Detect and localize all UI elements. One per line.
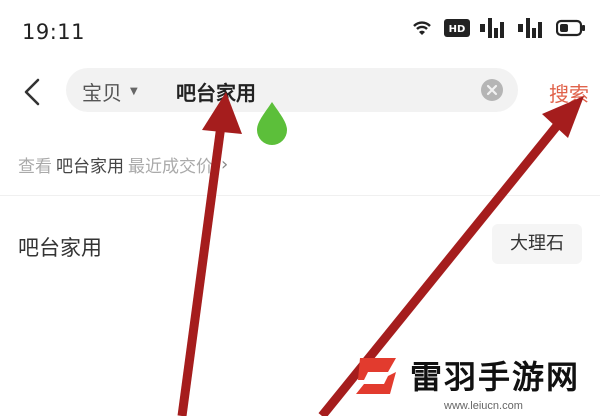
recent-price-link[interactable]: 查看 吧台家用 最近成交价 › (18, 152, 228, 177)
brand-logo-icon (356, 358, 396, 394)
clear-search-button[interactable] (480, 78, 504, 102)
status-icons: HD (410, 18, 586, 38)
suggestion-label: 吧台家用 (18, 236, 102, 260)
search-scope-label: 宝贝 (82, 81, 122, 105)
search-scope-dropdown[interactable]: 宝贝 ▼ (82, 77, 138, 106)
price-hint-suffix: 最近成交价 (128, 157, 213, 177)
status-bar: 19:11 HD (0, 0, 600, 62)
caret-down-icon: ▼ (130, 86, 138, 97)
suggestion-tag-chip[interactable]: 大理石 (492, 224, 582, 264)
water-drop-icon (257, 102, 287, 145)
status-time: 19:11 (22, 20, 86, 44)
suggestion-item[interactable]: 吧台家用 大理石 (0, 212, 600, 272)
signal-icon-1 (480, 18, 504, 38)
search-submit-button[interactable]: 搜索 (549, 78, 589, 107)
back-button[interactable] (18, 72, 48, 112)
search-box[interactable]: 宝贝 ▼ 吧台家用 (66, 68, 518, 112)
svg-text:HD: HD (449, 24, 466, 35)
watermark-brand: 雷羽手游网 (410, 358, 581, 396)
search-bar-row: 宝贝 ▼ 吧台家用 (0, 62, 600, 122)
battery-icon (556, 19, 585, 37)
search-input[interactable]: 吧台家用 (176, 77, 256, 106)
wifi-icon (413, 21, 431, 35)
hd-icon: HD (444, 19, 470, 37)
site-watermark: 雷羽手游网 www.leiucn.com (354, 350, 600, 416)
signal-icon-2 (518, 18, 542, 38)
price-hint-prefix: 查看 (18, 157, 52, 177)
chevron-right-icon: › (221, 154, 229, 175)
price-hint-keyword: 吧台家用 (56, 157, 124, 177)
chevron-left-icon (24, 78, 40, 106)
divider (0, 195, 600, 196)
watermark-url: www.leiucn.com (444, 400, 523, 412)
clear-circle-icon (481, 79, 503, 101)
